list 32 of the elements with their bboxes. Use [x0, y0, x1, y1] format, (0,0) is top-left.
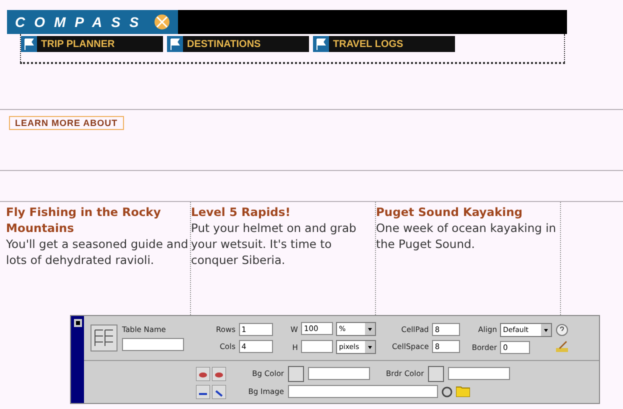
dropdown-caret-icon[interactable] — [540, 324, 551, 336]
pencil-icon[interactable] — [556, 340, 568, 352]
nav-link[interactable]: DESTINATIONS — [167, 36, 309, 52]
flag-icon — [167, 36, 183, 52]
logo-text: COMPASS — [15, 14, 148, 30]
nav-link[interactable]: TRIP PLANNER — [21, 36, 163, 52]
height-field[interactable] — [300, 340, 333, 353]
color-swatch[interactable] — [428, 366, 444, 382]
table-icon — [90, 324, 118, 352]
section-heading: LEARN MORE ABOUT — [9, 116, 124, 130]
article-text: One week of ocean kayaking in the Puget Sound. — [376, 220, 558, 252]
width-icon[interactable] — [196, 384, 210, 398]
compass-icon — [154, 14, 170, 30]
bg-color-field[interactable] — [308, 367, 370, 380]
dropdown-caret-icon[interactable] — [364, 341, 375, 353]
height-icon[interactable] — [212, 384, 226, 398]
point-to-file-icon[interactable] — [441, 386, 453, 398]
article-text: Put your helmet on and grab your wetsuit. It's time to conquer Siberia. — [191, 220, 358, 268]
table-name-field[interactable] — [122, 338, 184, 351]
collapse-icon[interactable] — [74, 319, 82, 327]
help-icon[interactable] — [556, 324, 568, 336]
border-color-field[interactable] — [448, 367, 510, 380]
article-title[interactable]: Fly Fishing in the Rocky Mountains — [6, 204, 190, 236]
nav-link[interactable]: TRAVEL LOGS — [313, 36, 455, 52]
color-swatch[interactable] — [288, 366, 304, 382]
article-text: You'll get a seasoned guide and lots of dehydrated ravioli. — [6, 236, 190, 268]
article-title[interactable]: Level 5 Rapids! — [191, 204, 375, 220]
flag-icon — [21, 36, 37, 52]
bg-image-field[interactable] — [288, 385, 438, 398]
flag-icon — [313, 36, 329, 52]
dropdown-caret-icon[interactable] — [364, 323, 375, 335]
article-title[interactable]: Puget Sound Kayaking — [376, 204, 560, 220]
